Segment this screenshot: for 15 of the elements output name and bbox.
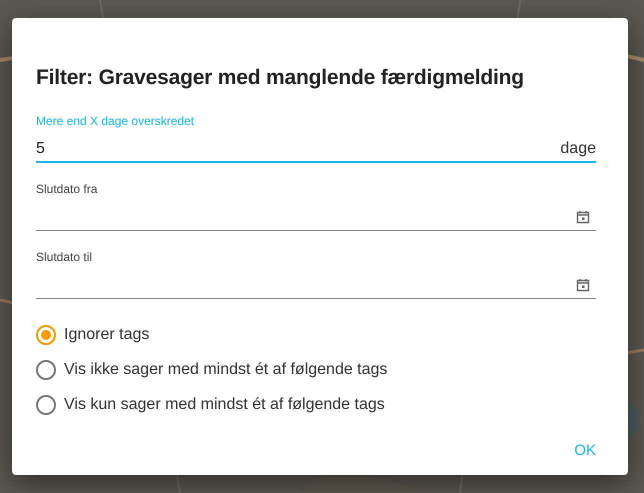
radio-label: Ignorer tags	[64, 326, 150, 344]
radio-label: Vis kun sager med mindst ét af følgende tags	[64, 396, 385, 414]
field-value: 5	[36, 140, 45, 158]
field-label: Slutdato fra	[36, 182, 98, 197]
unit-label: dage	[560, 140, 596, 158]
radio-label: Vis ikke sager med mindst ét af følgende tags	[64, 360, 388, 378]
radio-button[interactable]	[36, 324, 56, 344]
calendar-icon[interactable]	[576, 210, 590, 224]
number-field[interactable]: 5 dage	[36, 136, 596, 163]
radio-button[interactable]	[36, 394, 56, 414]
dialog-title: Filter: Gravesager med manglende færdigmelding	[36, 66, 525, 90]
radio-button[interactable]	[36, 360, 56, 380]
field-label: Mere end X dage overskredet	[36, 114, 194, 129]
field-label: Slutdato til	[36, 250, 92, 265]
calendar-icon[interactable]	[576, 278, 590, 292]
